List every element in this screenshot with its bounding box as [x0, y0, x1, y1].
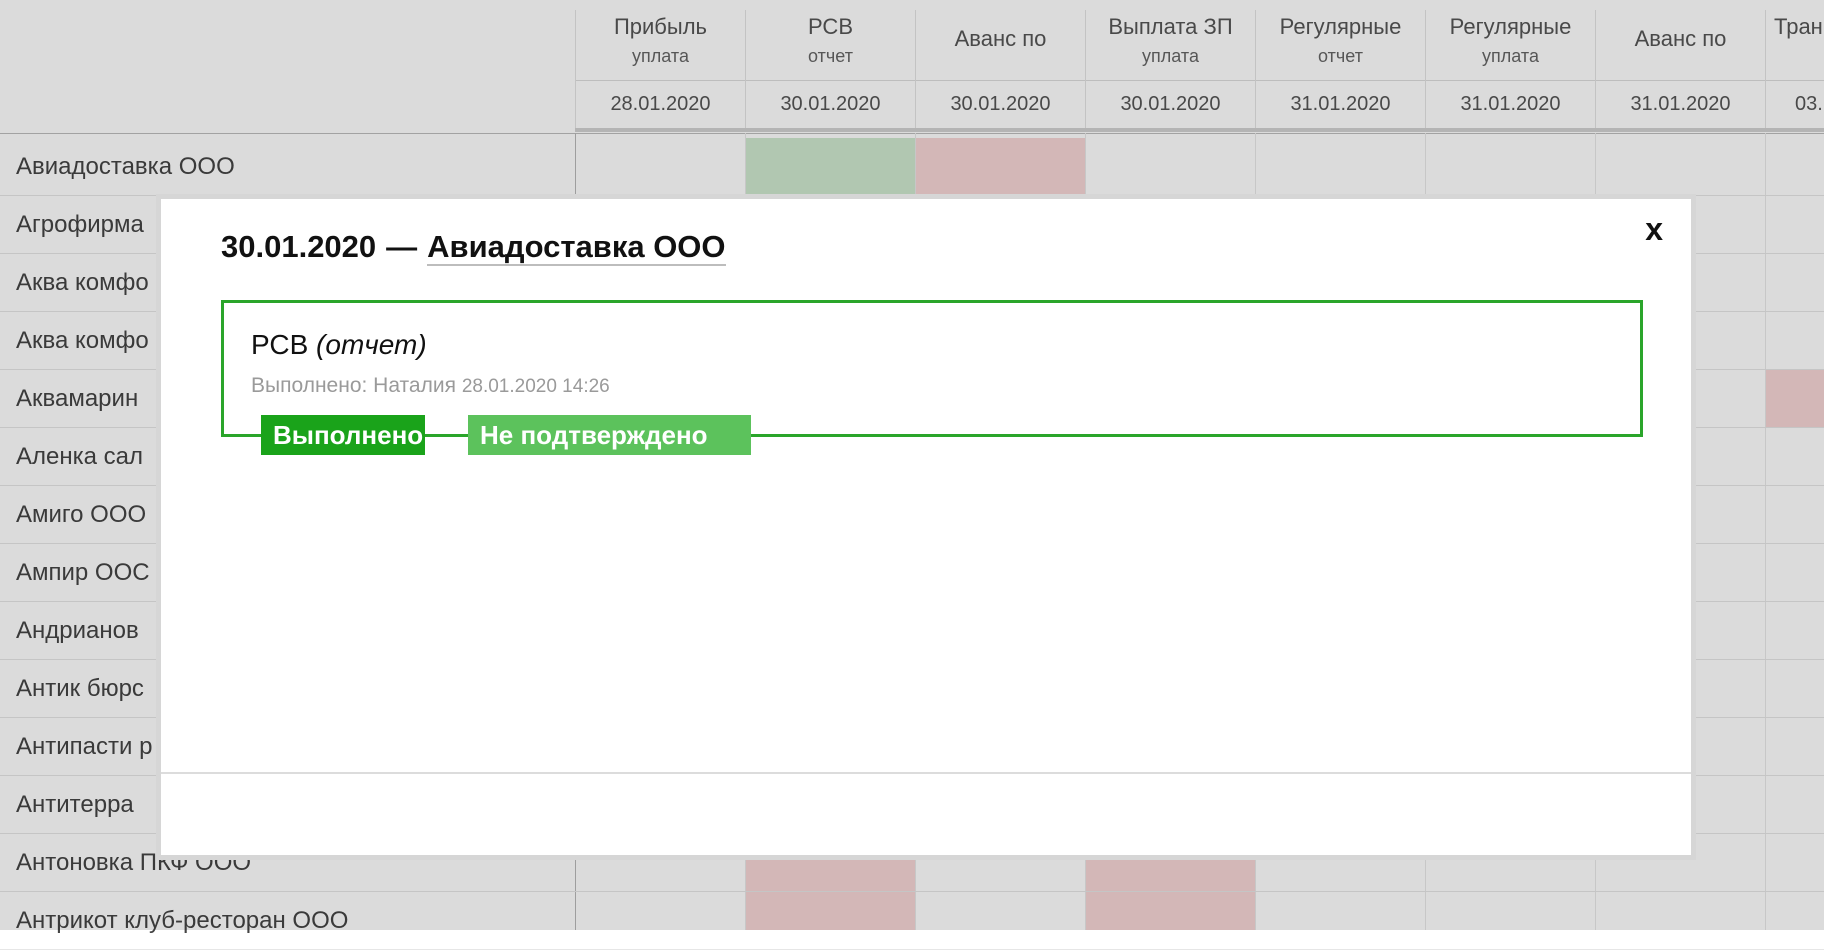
title-separator: —: [386, 229, 418, 264]
modal-footer-divider: [161, 772, 1691, 774]
task-modal: 30.01.2020 — Авиадоставка ООО x РСВ (отчет…: [156, 194, 1696, 860]
task-meta: Выполнено: Наталия 28.01.2020 14:26: [251, 374, 610, 398]
modal-date: 30.01.2020: [221, 229, 377, 264]
task-kind: (отчет): [316, 329, 427, 360]
task-card: РСВ (отчет) Выполнено: Наталия 28.01.202…: [221, 300, 1643, 437]
unconfirmed-status-button[interactable]: Не подтверждено: [468, 415, 751, 455]
modal-title: 30.01.2020 — Авиадоставка ООО: [221, 229, 726, 266]
done-status-button[interactable]: Выполнено: [261, 415, 425, 455]
completed-by: Выполнено: Наталия: [251, 374, 456, 397]
task-name: РСВ: [251, 329, 309, 360]
close-button[interactable]: x: [1645, 213, 1663, 245]
completed-timestamp: 28.01.2020 14:26: [461, 376, 610, 397]
company-link[interactable]: Авиадоставка ООО: [427, 229, 726, 266]
task-title: РСВ (отчет): [251, 329, 427, 361]
